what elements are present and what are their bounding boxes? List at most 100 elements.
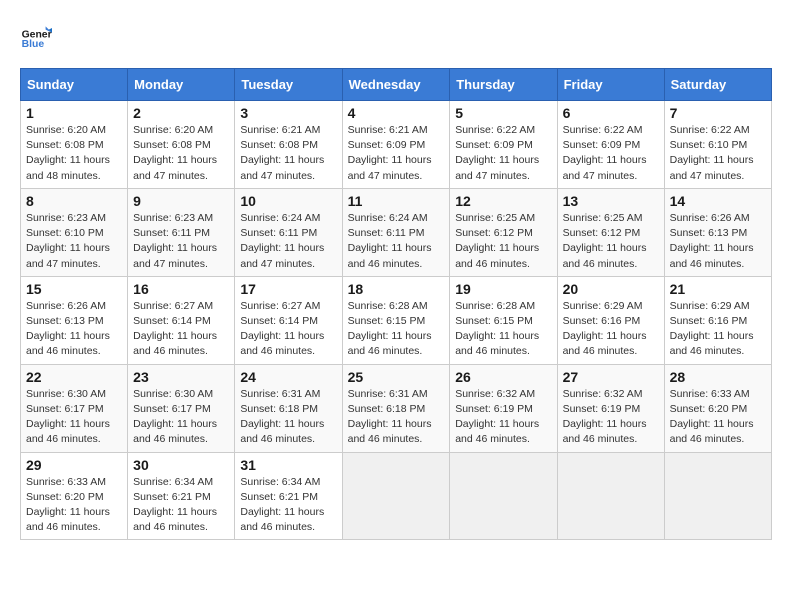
calendar-cell: 12Sunrise: 6:25 AM Sunset: 6:12 PM Dayli… — [450, 188, 557, 276]
header-thursday: Thursday — [450, 69, 557, 101]
week-row-1: 1 Sunrise: 6:20 AM Sunset: 6:08 PM Daylig… — [21, 101, 772, 189]
day-number: 10 — [240, 193, 336, 209]
day-info: Sunrise: 6:27 AM Sunset: 6:14 PM Dayligh… — [133, 299, 229, 360]
week-row-5: 29 Sunrise: 6:33 AM Sunset: 6:20 PM Dayli… — [21, 452, 772, 540]
header-monday: Monday — [128, 69, 235, 101]
day-number: 1 — [26, 105, 122, 121]
svg-text:Blue: Blue — [22, 39, 45, 50]
day-number: 15 — [26, 281, 122, 297]
day-info: Sunrise: 6:28 AM Sunset: 6:15 PM Dayligh… — [455, 299, 551, 360]
calendar-cell: 13Sunrise: 6:25 AM Sunset: 6:12 PM Dayli… — [557, 188, 664, 276]
day-number: 8 — [26, 193, 122, 209]
day-number: 25 — [348, 369, 445, 385]
day-number: 3 — [240, 105, 336, 121]
day-info: Sunrise: 6:20 AM Sunset: 6:08 PM Dayligh… — [133, 123, 229, 184]
calendar-cell: 18 Sunrise: 6:28 AM Sunset: 6:15 PM Dayli… — [342, 276, 450, 364]
calendar-cell: 15Sunrise: 6:26 AM Sunset: 6:13 PM Dayli… — [21, 276, 128, 364]
day-info: Sunrise: 6:34 AM Sunset: 6:21 PM Dayligh… — [133, 475, 229, 536]
week-row-3: 15Sunrise: 6:26 AM Sunset: 6:13 PM Dayli… — [21, 276, 772, 364]
page-header: General Blue — [20, 20, 772, 52]
day-info: Sunrise: 6:23 AM Sunset: 6:10 PM Dayligh… — [26, 211, 122, 272]
calendar-cell: 24 Sunrise: 6:31 AM Sunset: 6:18 PM Dayli… — [235, 364, 342, 452]
day-info: Sunrise: 6:21 AM Sunset: 6:09 PM Dayligh… — [348, 123, 445, 184]
day-info: Sunrise: 6:22 AM Sunset: 6:09 PM Dayligh… — [563, 123, 659, 184]
header-wednesday: Wednesday — [342, 69, 450, 101]
calendar-cell: 31Sunrise: 6:34 AM Sunset: 6:21 PM Dayli… — [235, 452, 342, 540]
day-number: 24 — [240, 369, 336, 385]
calendar-cell: 8 Sunrise: 6:23 AM Sunset: 6:10 PM Daylig… — [21, 188, 128, 276]
calendar-cell: 17 Sunrise: 6:27 AM Sunset: 6:14 PM Dayli… — [235, 276, 342, 364]
day-info: Sunrise: 6:28 AM Sunset: 6:15 PM Dayligh… — [348, 299, 445, 360]
day-number: 2 — [133, 105, 229, 121]
calendar-cell — [664, 452, 771, 540]
calendar-cell: 4 Sunrise: 6:21 AM Sunset: 6:09 PM Daylig… — [342, 101, 450, 189]
calendar-cell: 3 Sunrise: 6:21 AM Sunset: 6:08 PM Daylig… — [235, 101, 342, 189]
calendar-cell: 9Sunrise: 6:23 AM Sunset: 6:11 PM Daylig… — [128, 188, 235, 276]
header-friday: Friday — [557, 69, 664, 101]
day-info: Sunrise: 6:31 AM Sunset: 6:18 PM Dayligh… — [348, 387, 445, 448]
day-info: Sunrise: 6:22 AM Sunset: 6:09 PM Dayligh… — [455, 123, 551, 184]
day-number: 29 — [26, 457, 122, 473]
day-info: Sunrise: 6:26 AM Sunset: 6:13 PM Dayligh… — [670, 211, 766, 272]
calendar-cell — [450, 452, 557, 540]
header-sunday: Sunday — [21, 69, 128, 101]
day-number: 23 — [133, 369, 229, 385]
calendar-cell: 28 Sunrise: 6:33 AM Sunset: 6:20 PM Dayli… — [664, 364, 771, 452]
day-number: 14 — [670, 193, 766, 209]
calendar-cell: 21 Sunrise: 6:29 AM Sunset: 6:16 PM Dayli… — [664, 276, 771, 364]
calendar-cell: 7 Sunrise: 6:22 AM Sunset: 6:10 PM Daylig… — [664, 101, 771, 189]
day-info: Sunrise: 6:33 AM Sunset: 6:20 PM Dayligh… — [26, 475, 122, 536]
day-number: 6 — [563, 105, 659, 121]
day-number: 11 — [348, 193, 445, 209]
calendar-cell: 23 Sunrise: 6:30 AM Sunset: 6:17 PM Dayli… — [128, 364, 235, 452]
day-number: 17 — [240, 281, 336, 297]
day-number: 16 — [133, 281, 229, 297]
calendar-cell: 27Sunrise: 6:32 AM Sunset: 6:19 PM Dayli… — [557, 364, 664, 452]
calendar-header-row: SundayMondayTuesdayWednesdayThursdayFrid… — [21, 69, 772, 101]
calendar-cell: 10 Sunrise: 6:24 AM Sunset: 6:11 PM Dayli… — [235, 188, 342, 276]
logo: General Blue — [20, 20, 58, 52]
day-number: 26 — [455, 369, 551, 385]
day-number: 30 — [133, 457, 229, 473]
day-info: Sunrise: 6:33 AM Sunset: 6:20 PM Dayligh… — [670, 387, 766, 448]
day-info: Sunrise: 6:29 AM Sunset: 6:16 PM Dayligh… — [670, 299, 766, 360]
day-number: 5 — [455, 105, 551, 121]
calendar-cell: 2 Sunrise: 6:20 AM Sunset: 6:08 PM Daylig… — [128, 101, 235, 189]
day-info: Sunrise: 6:30 AM Sunset: 6:17 PM Dayligh… — [133, 387, 229, 448]
day-info: Sunrise: 6:25 AM Sunset: 6:12 PM Dayligh… — [455, 211, 551, 272]
day-info: Sunrise: 6:29 AM Sunset: 6:16 PM Dayligh… — [563, 299, 659, 360]
calendar-cell: 29 Sunrise: 6:33 AM Sunset: 6:20 PM Dayli… — [21, 452, 128, 540]
calendar-cell — [557, 452, 664, 540]
day-number: 13 — [563, 193, 659, 209]
week-row-4: 22Sunrise: 6:30 AM Sunset: 6:17 PM Dayli… — [21, 364, 772, 452]
calendar-cell: 30 Sunrise: 6:34 AM Sunset: 6:21 PM Dayli… — [128, 452, 235, 540]
day-number: 7 — [670, 105, 766, 121]
day-info: Sunrise: 6:30 AM Sunset: 6:17 PM Dayligh… — [26, 387, 122, 448]
day-info: Sunrise: 6:20 AM Sunset: 6:08 PM Dayligh… — [26, 123, 122, 184]
day-number: 20 — [563, 281, 659, 297]
day-info: Sunrise: 6:34 AM Sunset: 6:21 PM Dayligh… — [240, 475, 336, 536]
calendar-cell: 11Sunrise: 6:24 AM Sunset: 6:11 PM Dayli… — [342, 188, 450, 276]
day-info: Sunrise: 6:32 AM Sunset: 6:19 PM Dayligh… — [563, 387, 659, 448]
calendar-cell: 6 Sunrise: 6:22 AM Sunset: 6:09 PM Daylig… — [557, 101, 664, 189]
calendar-cell: 22Sunrise: 6:30 AM Sunset: 6:17 PM Dayli… — [21, 364, 128, 452]
day-info: Sunrise: 6:23 AM Sunset: 6:11 PM Dayligh… — [133, 211, 229, 272]
day-number: 19 — [455, 281, 551, 297]
calendar-cell: 19 Sunrise: 6:28 AM Sunset: 6:15 PM Dayli… — [450, 276, 557, 364]
calendar-cell: 1 Sunrise: 6:20 AM Sunset: 6:08 PM Daylig… — [21, 101, 128, 189]
calendar-cell: 14 Sunrise: 6:26 AM Sunset: 6:13 PM Dayli… — [664, 188, 771, 276]
calendar-cell — [342, 452, 450, 540]
header-tuesday: Tuesday — [235, 69, 342, 101]
day-info: Sunrise: 6:21 AM Sunset: 6:08 PM Dayligh… — [240, 123, 336, 184]
day-info: Sunrise: 6:22 AM Sunset: 6:10 PM Dayligh… — [670, 123, 766, 184]
logo-icon: General Blue — [20, 20, 52, 52]
calendar-cell: 20 Sunrise: 6:29 AM Sunset: 6:16 PM Dayli… — [557, 276, 664, 364]
day-number: 28 — [670, 369, 766, 385]
day-number: 18 — [348, 281, 445, 297]
day-info: Sunrise: 6:32 AM Sunset: 6:19 PM Dayligh… — [455, 387, 551, 448]
day-info: Sunrise: 6:24 AM Sunset: 6:11 PM Dayligh… — [240, 211, 336, 272]
day-number: 4 — [348, 105, 445, 121]
day-info: Sunrise: 6:27 AM Sunset: 6:14 PM Dayligh… — [240, 299, 336, 360]
day-number: 21 — [670, 281, 766, 297]
day-info: Sunrise: 6:31 AM Sunset: 6:18 PM Dayligh… — [240, 387, 336, 448]
